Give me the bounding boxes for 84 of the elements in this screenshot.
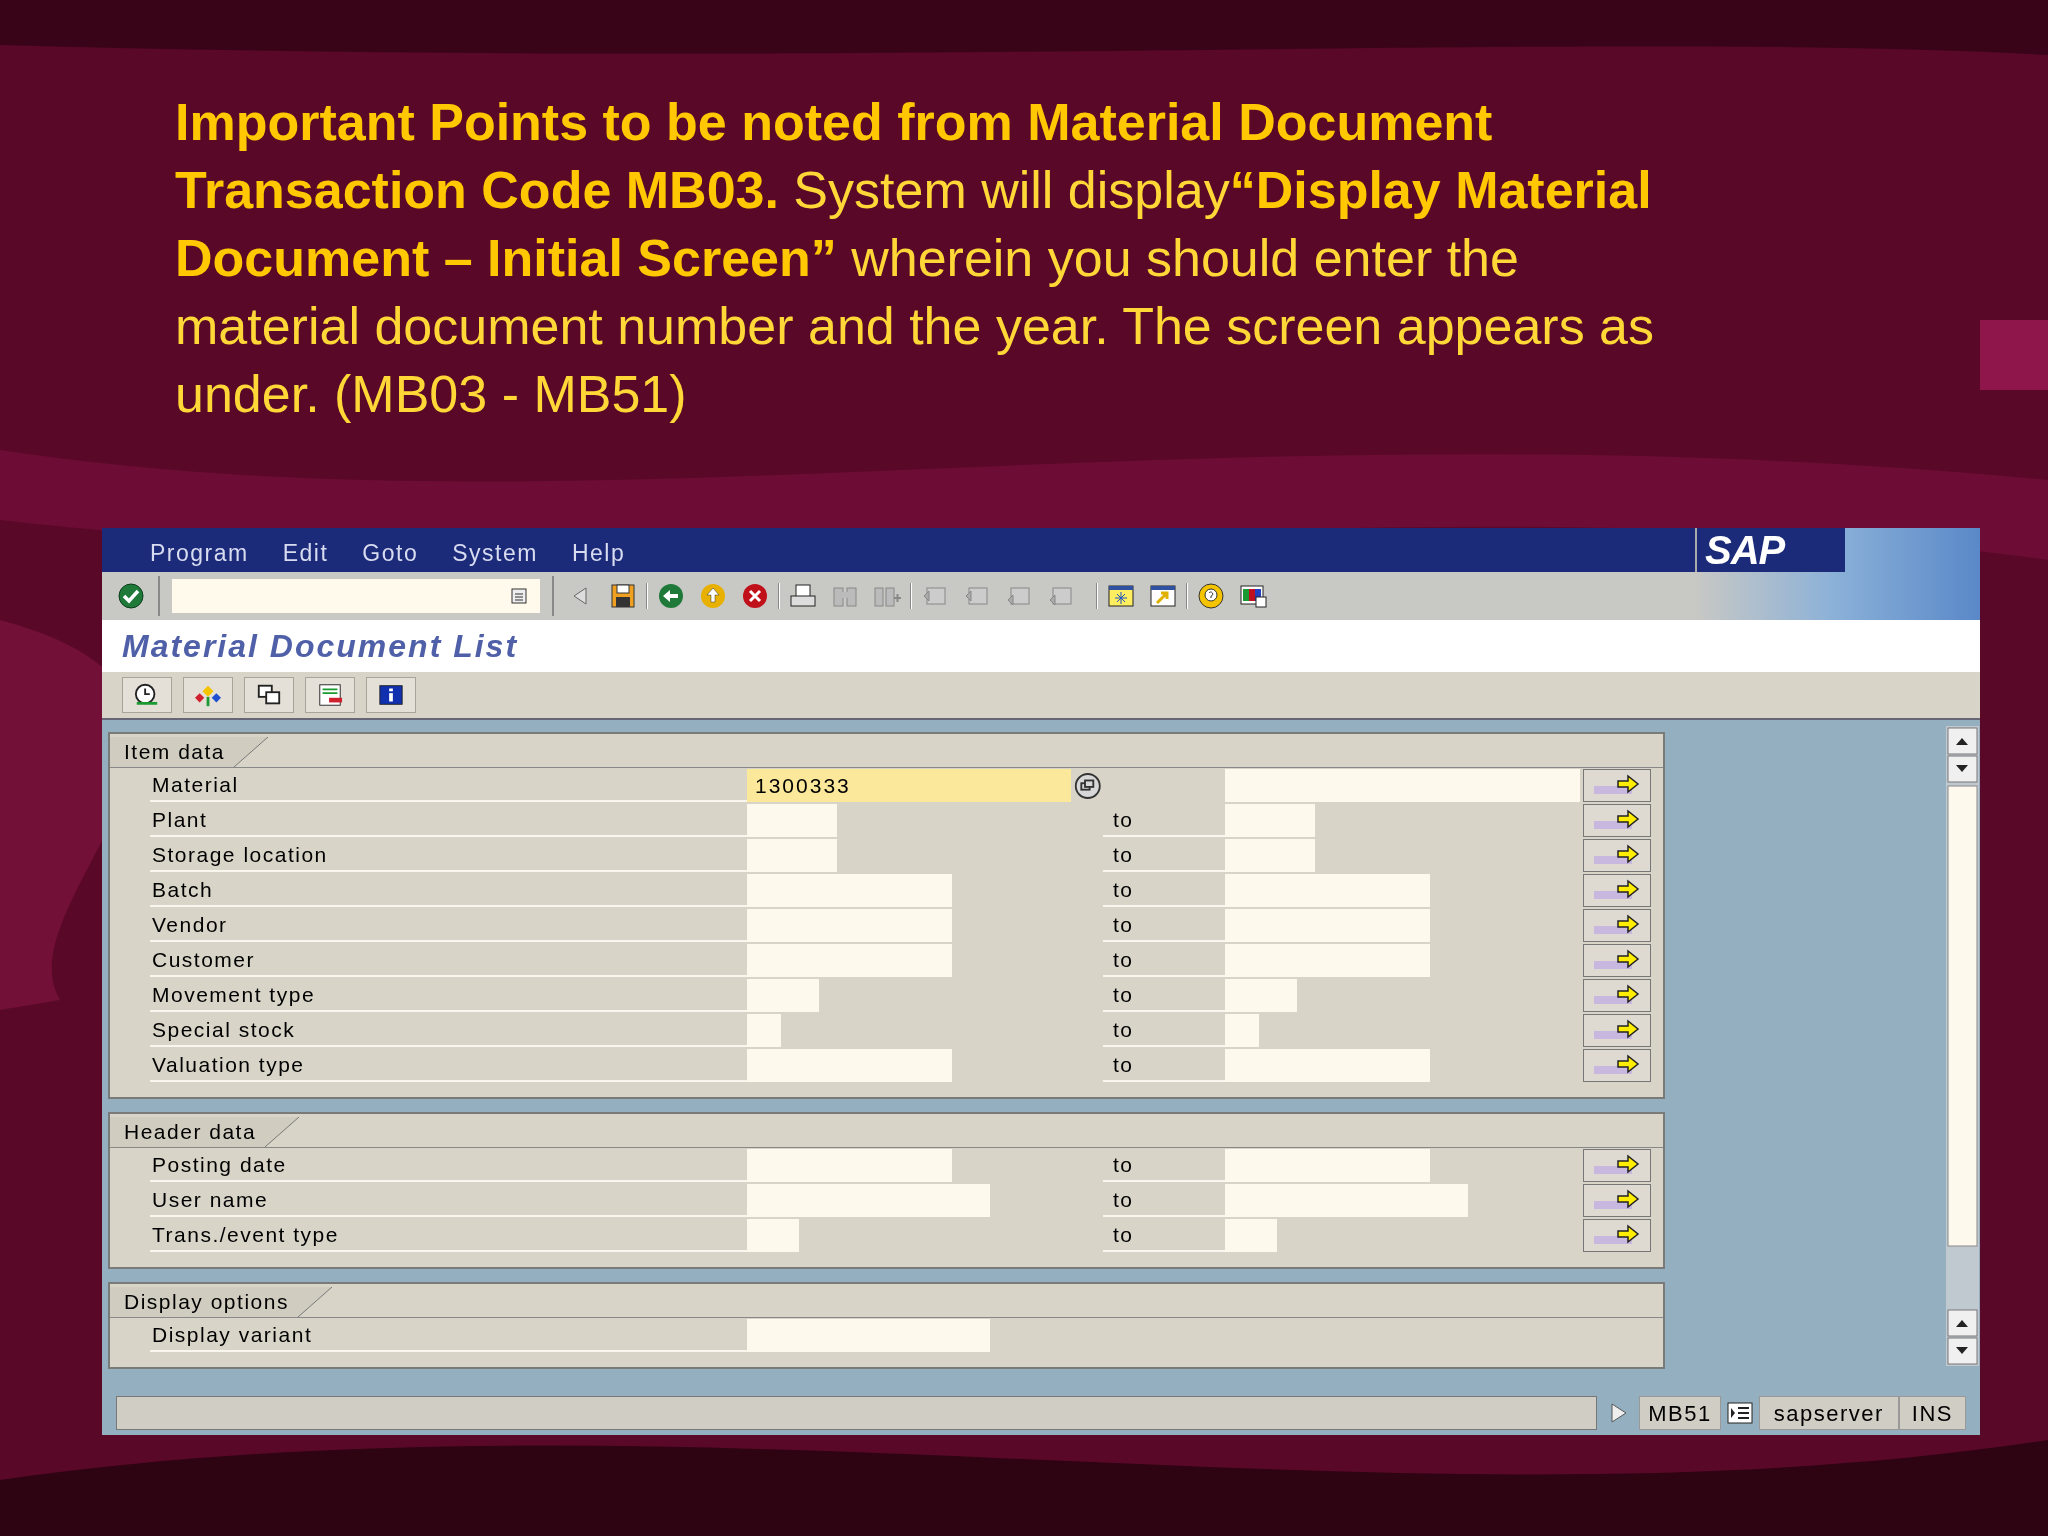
new-window-icon[interactable]	[1106, 582, 1136, 610]
multiple-selection-button[interactable]	[1583, 804, 1651, 837]
input-field[interactable]	[747, 874, 952, 907]
menu-item[interactable]: Program	[150, 535, 249, 570]
field-label: Special stock	[150, 1014, 747, 1047]
input-field[interactable]: 1300333	[747, 769, 1072, 802]
input-field[interactable]	[1225, 909, 1430, 942]
input-field[interactable]	[1225, 839, 1315, 872]
command-field[interactable]	[172, 579, 540, 613]
server-name: sapserver	[1758, 1396, 1899, 1430]
input-field[interactable]	[747, 944, 952, 977]
field-label: Valuation type	[150, 1049, 747, 1082]
multiple-selection-button[interactable]	[1583, 1219, 1651, 1252]
screen-title: Material Document List	[122, 627, 519, 666]
slide-text: Important Points to be noted from Material Document Transaction Code MB03. System will display“Display Material Document – Initial Screen” wherein you should enter the material document number and the year. The screen appears as under. (MB03 - MB51)	[175, 92, 1655, 425]
multiple-selection-button[interactable]	[1583, 769, 1651, 802]
field-label: User name	[150, 1184, 747, 1217]
multiple-selection-button[interactable]	[1583, 839, 1651, 872]
toolbar-button[interactable]	[122, 677, 172, 713]
multiple-selection-button[interactable]	[1583, 909, 1651, 942]
multiple-selection-button[interactable]	[1583, 1014, 1651, 1047]
tab-corner	[265, 1117, 300, 1147]
help-icon[interactable]	[1196, 582, 1226, 610]
scrollbar[interactable]	[1945, 726, 1980, 1366]
field-label: Movement type	[150, 979, 747, 1012]
input-field[interactable]	[1225, 1149, 1430, 1182]
input-field[interactable]	[1225, 1014, 1259, 1047]
field-label: Customer	[150, 944, 747, 977]
cancel-icon[interactable]	[740, 582, 770, 610]
input-field[interactable]	[747, 1149, 952, 1182]
info-icon-button	[376, 682, 406, 708]
tab-corner	[234, 737, 269, 767]
input-field[interactable]	[747, 804, 837, 837]
field-label: Storage location	[150, 839, 747, 872]
field-label: Material	[150, 769, 747, 802]
input-field[interactable]	[747, 1014, 781, 1047]
multiple-selection-button[interactable]	[1583, 944, 1651, 977]
multiple-selection-button[interactable]	[1583, 874, 1651, 907]
input-field[interactable]	[747, 839, 837, 872]
input-field[interactable]	[747, 1049, 952, 1082]
field-label: Plant	[150, 804, 747, 837]
toolbar-button[interactable]	[305, 677, 355, 713]
input-field[interactable]	[1225, 979, 1297, 1012]
transaction-code: MB51	[1639, 1396, 1721, 1430]
check-icon[interactable]	[116, 582, 146, 610]
search-help-icon[interactable]	[1073, 770, 1103, 801]
ribbon-shape	[1980, 320, 2048, 390]
field-label: Vendor	[150, 909, 747, 942]
input-field[interactable]	[1225, 1219, 1277, 1252]
multiple-selection-button[interactable]	[1583, 1049, 1651, 1082]
toolbar-button[interactable]	[244, 677, 294, 713]
layout-icon[interactable]	[1238, 582, 1268, 610]
input-field[interactable]	[747, 1219, 799, 1252]
input-field[interactable]	[747, 1184, 990, 1217]
input-field[interactable]	[747, 979, 819, 1012]
menu-item[interactable]: Goto	[362, 535, 419, 570]
input-mode: INS	[1898, 1396, 1966, 1430]
dropdown-icon[interactable]	[510, 587, 528, 605]
input-field[interactable]	[1225, 1184, 1468, 1217]
input-field[interactable]	[1225, 944, 1430, 977]
input-field[interactable]	[1225, 874, 1430, 907]
field-label: Display variant	[150, 1319, 747, 1352]
print-icon[interactable]	[788, 582, 818, 610]
multiple-selection-button[interactable]	[1583, 979, 1651, 1012]
sap-logo: SAP	[1705, 527, 1785, 574]
exit-icon[interactable]	[698, 582, 728, 610]
shortcut-icon[interactable]	[1148, 582, 1178, 610]
tab-corner	[297, 1287, 332, 1317]
input-field[interactable]	[1225, 804, 1315, 837]
multiple-selection-button[interactable]	[1583, 1184, 1651, 1217]
toolbar-button[interactable]	[366, 677, 416, 713]
menu-item[interactable]: Help	[571, 535, 626, 570]
menu-item[interactable]: System	[452, 535, 538, 570]
menu-item[interactable]: Edit	[282, 535, 329, 570]
field-label: Posting date	[150, 1149, 747, 1182]
input-field[interactable]	[1225, 1049, 1430, 1082]
back-icon[interactable]	[656, 582, 686, 610]
save-icon[interactable]	[608, 582, 638, 610]
input-field[interactable]	[1225, 769, 1580, 802]
field-label: Batch	[150, 874, 747, 907]
input-field[interactable]	[747, 1319, 990, 1352]
multiple-selection-button[interactable]	[1583, 1149, 1651, 1182]
input-field[interactable]	[747, 909, 952, 942]
field-label: Trans./event type	[150, 1219, 747, 1252]
